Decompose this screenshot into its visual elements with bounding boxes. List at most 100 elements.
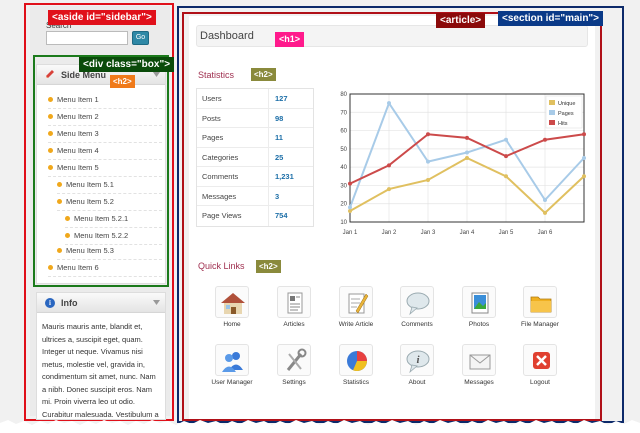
quick-link-messages[interactable]: Messages (454, 344, 502, 394)
h2-quick-tag: <h2> (256, 260, 281, 273)
data-point-unique (426, 177, 430, 182)
quick-link-tile[interactable]: i (400, 344, 434, 376)
stat-label: Users (197, 89, 269, 108)
folder-icon (530, 296, 552, 313)
table-row: Page Views 754 (197, 206, 313, 226)
quick-link-label: Statistics (342, 379, 369, 386)
chevron-down-icon[interactable] (153, 300, 160, 305)
table-row: Messages 3 (197, 186, 313, 206)
y-tick-label: 60 (340, 129, 347, 135)
quick-link-tile[interactable] (339, 286, 373, 318)
data-point-hits (387, 163, 391, 168)
data-point-hits (426, 132, 430, 137)
h1-tag: <h1> (275, 32, 305, 47)
page-title-bar (196, 25, 588, 47)
quick-link-label: Articles (283, 321, 305, 328)
quick-link-label: File Manager (521, 321, 559, 328)
stat-value[interactable]: 25 (269, 148, 283, 167)
quick-link-articles[interactable]: Articles (269, 286, 317, 336)
quick-link-settings[interactable]: Settings (269, 344, 317, 394)
quick-link-label: Logout (530, 379, 550, 386)
article-tag: <article> (436, 13, 486, 28)
quick-link-tile[interactable] (277, 286, 311, 318)
quick-link-tile[interactable] (215, 286, 249, 318)
quick-link-tile[interactable] (523, 286, 557, 318)
legend-label: Hits (558, 121, 568, 127)
legend-label: Pages (558, 111, 574, 117)
y-tick-label: 30 (340, 183, 347, 189)
data-point-unique (543, 210, 547, 215)
x-tick-label: Jan 4 (460, 230, 475, 236)
stat-value[interactable]: 98 (269, 109, 283, 128)
data-point-hits (348, 181, 352, 186)
quick-link-tile[interactable] (462, 344, 496, 376)
table-row: Categories 25 (197, 147, 313, 167)
data-point-pages (543, 198, 547, 203)
quick-link-tile[interactable] (215, 344, 249, 376)
write-article-icon (348, 293, 369, 314)
data-point-pages (504, 137, 508, 142)
data-point-pages (465, 150, 469, 155)
data-point-pages (387, 101, 391, 106)
quick-link-home[interactable]: Home (207, 286, 255, 336)
stat-value[interactable]: 754 (269, 206, 288, 226)
quick-link-photos[interactable]: Photos (454, 286, 502, 336)
quick-link-statistics[interactable]: Statistics (331, 344, 379, 394)
home-icon (221, 293, 245, 314)
data-point-hits (543, 137, 547, 142)
search-input[interactable] (46, 31, 128, 45)
stat-label: Posts (197, 108, 269, 127)
quick-link-label: Comments (401, 321, 433, 328)
info-box: i Info Mauris mauris ante, blandit et, u… (36, 292, 166, 420)
quick-link-comments[interactable]: Comments (392, 286, 440, 336)
quick-link-label: User Manager (211, 379, 253, 386)
legend-swatch (549, 110, 555, 115)
x-tick-label: Jan 3 (421, 230, 436, 236)
y-tick-label: 10 (340, 220, 347, 226)
settings-icon (286, 348, 307, 371)
quick-link-user-manager[interactable]: User Manager (207, 344, 255, 394)
search-go-button[interactable]: Go (132, 31, 149, 45)
stat-label: Pages (197, 128, 269, 147)
stat-value[interactable]: 127 (269, 89, 288, 108)
info-text: Mauris mauris ante, blandit et, ultrices… (42, 322, 159, 419)
messages-icon (469, 354, 491, 370)
comments-icon (406, 292, 430, 316)
stats-table: Users 127 Posts 98 Pages 11 Categories 25 Co… (196, 88, 314, 227)
table-row: Comments 1,231 (197, 167, 313, 187)
quick-link-about[interactable]: i About (392, 344, 440, 394)
quick-link-label: Write Article (338, 321, 374, 328)
stat-label: Comments (197, 167, 269, 186)
quick-link-tile[interactable] (462, 286, 496, 318)
y-tick-label: 50 (340, 147, 347, 153)
photos-icon (471, 292, 489, 314)
stat-value[interactable]: 11 (269, 128, 283, 147)
quick-link-write-article[interactable]: Write Article (331, 286, 379, 336)
data-point-unique (348, 209, 352, 214)
stat-value[interactable]: 1,231 (269, 167, 294, 186)
page-title: Dashboard (200, 30, 254, 42)
quick-link-tile[interactable] (277, 344, 311, 376)
quick-link-tile[interactable] (523, 344, 557, 376)
stat-label: Categories (197, 147, 269, 166)
quick-link-file-manager[interactable]: File Manager (515, 286, 563, 336)
data-point-hits (504, 154, 508, 159)
data-point-hits (582, 132, 586, 137)
quick-link-logout[interactable]: Logout (515, 344, 563, 394)
table-row: Posts 98 (197, 108, 313, 128)
quick-links-title: Quick Links (198, 261, 245, 271)
quick-link-tile[interactable] (400, 286, 434, 318)
x-tick-label: Jan 2 (382, 230, 397, 236)
y-tick-label: 80 (340, 92, 347, 98)
data-point-pages (426, 159, 430, 164)
stat-value[interactable]: 3 (269, 187, 279, 206)
legend-label: Unique (558, 101, 575, 107)
legend-swatch (549, 120, 555, 125)
quick-link-tile[interactable] (339, 344, 373, 376)
data-point-unique (387, 187, 391, 192)
data-point-pages (348, 205, 352, 210)
main-tag: <section id="main"> (498, 11, 604, 26)
x-tick-label: Jan 6 (538, 230, 553, 236)
info-header[interactable]: i Info (37, 293, 165, 313)
sidebar-tag: <aside id="sidebar"> (48, 10, 156, 25)
